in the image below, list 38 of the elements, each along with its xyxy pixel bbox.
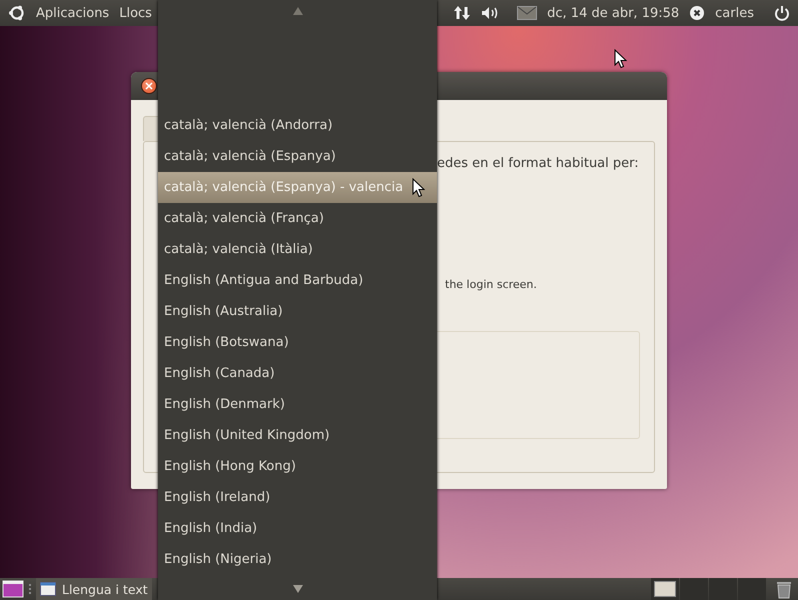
dropdown-item[interactable]: English (Nigeria) <box>158 544 437 575</box>
dropdown-item[interactable]: English (Denmark) <box>158 389 437 420</box>
dropdown-item[interactable]: català; valencià (Andorra) <box>158 110 437 141</box>
description-text: edes en el format habitual per: <box>437 156 640 171</box>
logo-icon[interactable] <box>8 4 26 22</box>
dropdown-item[interactable]: English (Antigua and Barbuda) <box>158 265 437 296</box>
close-icon <box>145 82 153 90</box>
clock[interactable]: dc, 14 de abr, 19:58 <box>547 6 680 20</box>
mail-icon[interactable] <box>517 6 538 20</box>
dropdown-item[interactable]: English (Ireland) <box>158 482 437 513</box>
handle-icon[interactable] <box>28 583 32 595</box>
trash-icon[interactable] <box>774 579 794 599</box>
scroll-up-icon[interactable] <box>292 7 302 15</box>
scroll-down-icon[interactable] <box>292 585 302 593</box>
dropdown-item[interactable]: català; valencià (Espanya) <box>158 141 437 172</box>
user-status-icon[interactable] <box>689 5 706 21</box>
power-icon[interactable] <box>774 5 790 21</box>
window-icon <box>40 582 56 596</box>
dropdown-item[interactable]: català; valencià (França) <box>158 203 437 234</box>
dropdown-item[interactable]: català; valencià (Itàlia) <box>158 234 437 265</box>
user-name[interactable]: carles <box>715 6 754 20</box>
dropdown-item[interactable]: English (Australia) <box>158 296 437 327</box>
workspace[interactable] <box>651 578 679 600</box>
panel-menu[interactable]: Llocs <box>119 6 152 20</box>
network-icon[interactable] <box>453 5 472 21</box>
mouse-pointer-icon <box>614 49 627 69</box>
show-desktop-icon[interactable] <box>2 580 24 598</box>
mouse-pointer-icon <box>412 178 425 198</box>
taskbar-window-button[interactable]: Llengua i text <box>36 578 152 600</box>
dropdown-item[interactable]: English (Canada) <box>158 358 437 389</box>
close-button[interactable] <box>141 78 157 94</box>
volume-icon[interactable] <box>481 6 500 20</box>
dropdown-item[interactable]: English (Botswana) <box>158 327 437 358</box>
dropdown-item[interactable]: English (India) <box>158 513 437 544</box>
dropdown-item[interactable]: English (United Kingdom) <box>158 420 437 451</box>
dropdown-item[interactable]: English (Hong Kong) <box>158 451 437 482</box>
note-text: the login screen. <box>445 278 538 291</box>
panel-menu[interactable]: Aplicacions <box>36 6 110 20</box>
